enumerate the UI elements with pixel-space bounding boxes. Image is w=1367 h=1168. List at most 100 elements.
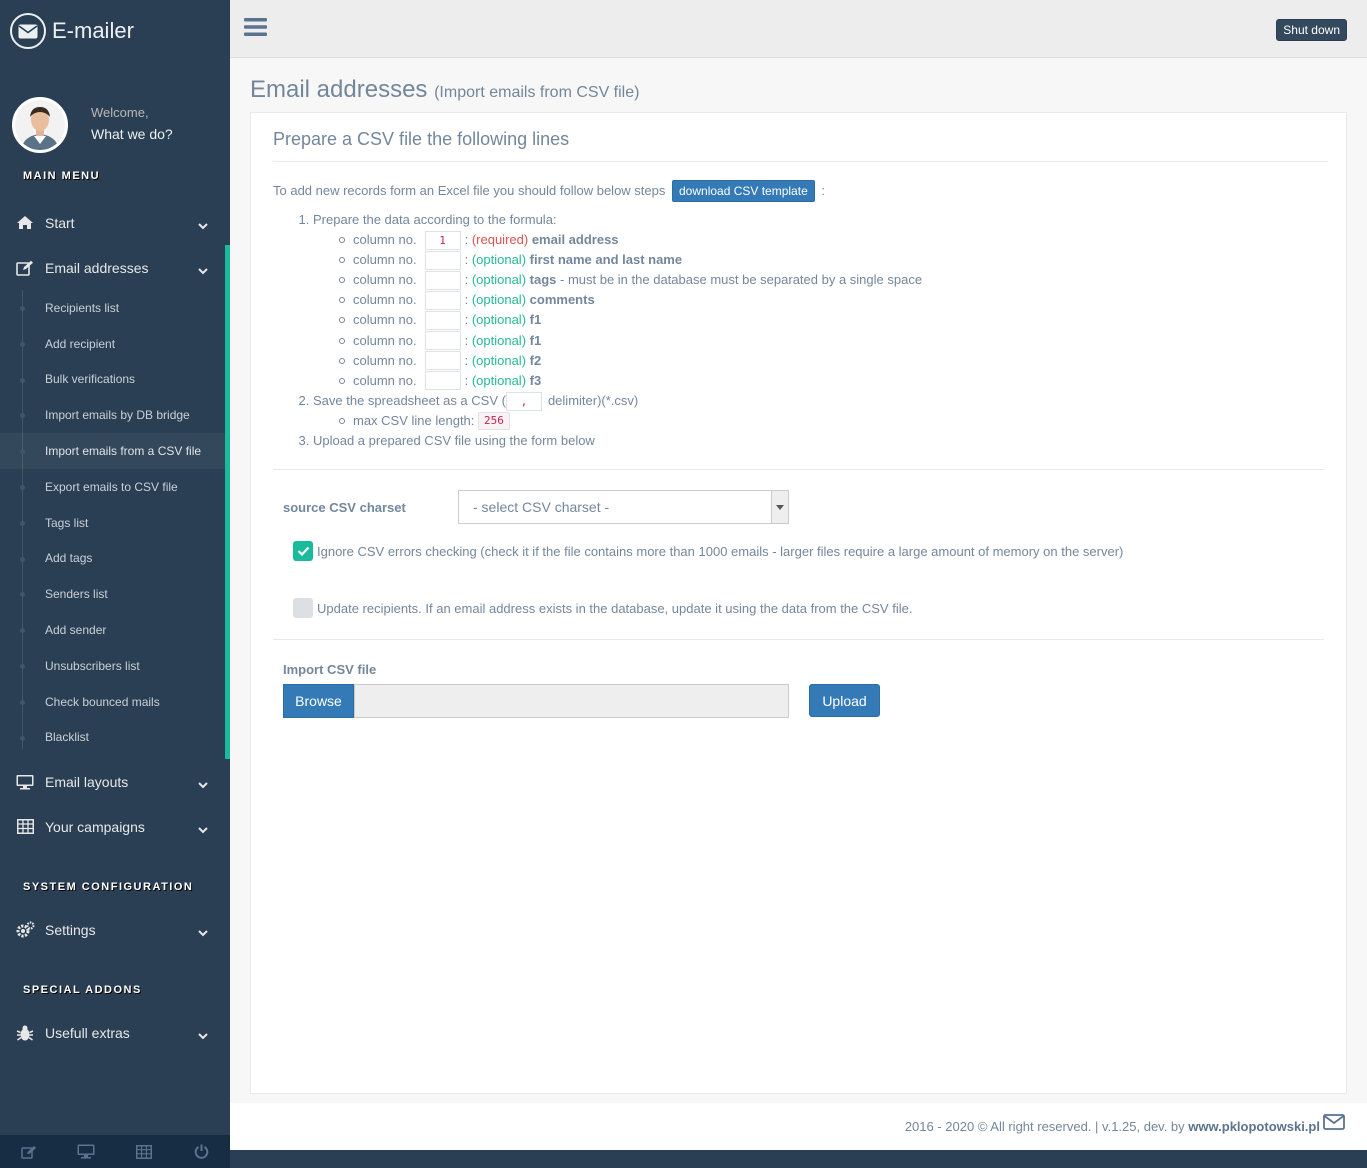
footer-text: 2016 - 2020 © All right reserved. | v.1.… xyxy=(905,1119,1320,1134)
footer-link[interactable]: www.pklopotowski.pl xyxy=(1188,1119,1320,1134)
charset-select-value: - select CSV charset - xyxy=(473,499,610,515)
column-prefix: column no. xyxy=(353,232,417,248)
column-number-input[interactable] xyxy=(424,290,461,310)
chevron-down-icon xyxy=(198,1027,208,1043)
table-icon[interactable] xyxy=(115,1135,173,1168)
avatar[interactable] xyxy=(12,96,68,153)
colon: : xyxy=(464,352,472,368)
submenu-blacklist[interactable]: Blacklist xyxy=(0,720,225,756)
menu-start[interactable]: Start xyxy=(0,200,230,245)
browse-button[interactable]: Browse xyxy=(283,684,354,718)
step-2-text-a: Save the spreadsheet as a CSV ( xyxy=(313,392,506,408)
menu-extras-label: Usefull extras xyxy=(45,1024,130,1041)
chevron-down-icon xyxy=(198,924,208,940)
section-system-config: SYSTEM CONFIGURATION xyxy=(23,881,194,894)
shutdown-button[interactable]: Shut down xyxy=(1276,19,1347,41)
columns-list: column no. 1 : (required) email address … xyxy=(337,230,922,391)
import-panel: Prepare a CSV file the following lines T… xyxy=(250,112,1347,1094)
intro-text: To add new records form an Excel file yo… xyxy=(273,180,825,202)
column-row: column no. : (optional) tags - must be i… xyxy=(337,270,922,290)
divider xyxy=(273,639,1324,640)
colon: : xyxy=(464,272,472,288)
desktop-icon[interactable] xyxy=(58,1135,116,1168)
colon: : xyxy=(464,232,472,248)
column-prefix: column no. xyxy=(353,272,417,288)
column-kind: (optional) xyxy=(471,352,527,368)
power-icon[interactable] xyxy=(173,1135,231,1168)
colon: : xyxy=(464,312,472,328)
submenu-add-recipient[interactable]: Add recipient xyxy=(0,326,225,362)
envelope-icon xyxy=(1323,1114,1345,1133)
delimiter-input[interactable]: , xyxy=(505,391,542,411)
max-line-row: max CSV line length: 256 xyxy=(337,411,922,431)
brand[interactable]: E-mailer xyxy=(0,0,230,62)
column-number-input[interactable] xyxy=(424,250,461,270)
submenu-senders-list[interactable]: Senders list xyxy=(0,576,225,612)
column-row: column no. : (optional) f1 xyxy=(337,310,922,331)
upload-button[interactable]: Upload xyxy=(809,684,880,717)
download-template-button[interactable]: download CSV template xyxy=(672,180,815,202)
intro-label: To add new records form an Excel file yo… xyxy=(273,183,666,198)
welcome-text: Welcome, xyxy=(91,105,149,120)
update-recipients-label: Update recipients. If an email address e… xyxy=(317,600,913,616)
page-subtitle: (Import emails from CSV file) xyxy=(434,84,640,101)
envelope-icon xyxy=(10,13,46,49)
submenu-recipients-list[interactable]: Recipients list xyxy=(0,290,225,326)
submenu-import-csv[interactable]: Import emails from a CSV file xyxy=(0,433,225,469)
submenu-tags-list[interactable]: Tags list xyxy=(0,505,225,541)
column-prefix: column no. xyxy=(353,252,417,268)
column-row: column no. : (optional) f3 xyxy=(337,371,922,391)
column-number-input[interactable] xyxy=(424,311,461,331)
menu-settings[interactable]: Settings xyxy=(0,907,230,952)
edit-icon xyxy=(15,259,35,277)
import-file-label: Import CSV file xyxy=(283,662,377,677)
column-kind: (optional) xyxy=(471,292,527,308)
column-number-input[interactable] xyxy=(424,351,461,371)
column-extra: - must be in the database must be separa… xyxy=(556,272,923,288)
column-number-input[interactable]: 1 xyxy=(424,230,461,250)
column-prefix: column no. xyxy=(353,372,417,388)
menu-settings-label: Settings xyxy=(45,921,96,938)
desktop-icon xyxy=(15,773,35,791)
ignore-errors-checkbox[interactable] xyxy=(293,541,313,561)
menu-extras[interactable]: Usefull extras xyxy=(0,1010,230,1055)
step-1-text: Prepare the data according to the formul… xyxy=(313,212,557,227)
column-field: f1 xyxy=(529,332,542,348)
column-number-input[interactable] xyxy=(424,270,461,290)
menu-email-layouts[interactable]: Email layouts xyxy=(0,759,230,804)
edit-icon[interactable] xyxy=(0,1135,58,1168)
page-title-text: Email addresses xyxy=(250,76,428,103)
submenu-import-db-bridge[interactable]: Import emails by DB bridge xyxy=(0,397,225,433)
column-number-input[interactable] xyxy=(424,331,461,351)
file-path-field[interactable] xyxy=(354,684,789,718)
column-prefix: column no. xyxy=(353,352,417,368)
colon: : xyxy=(464,332,472,348)
submenu-export-csv[interactable]: Export emails to CSV file xyxy=(0,469,225,505)
submenu-unsubscribers-list[interactable]: Unsubscribers list xyxy=(0,648,225,684)
menu-email-addresses-label: Email addresses xyxy=(45,259,149,276)
submenu-add-sender[interactable]: Add sender xyxy=(0,612,225,648)
ignore-errors-row: Ignore CSV errors checking (check it if … xyxy=(293,541,1123,561)
divider xyxy=(273,469,1324,470)
column-number-input[interactable] xyxy=(424,371,461,391)
submenu-bulk-verifications[interactable]: Bulk verifications xyxy=(0,362,225,398)
update-recipients-checkbox[interactable] xyxy=(293,598,313,618)
sidebar-footer xyxy=(0,1135,230,1168)
column-field: comments xyxy=(529,292,595,308)
column-kind: (optional) xyxy=(471,252,527,268)
panel-title: Prepare a CSV file the following lines xyxy=(273,129,570,149)
profile: Welcome, What we do? xyxy=(0,62,230,172)
charset-select[interactable]: - select CSV charset - xyxy=(458,490,789,524)
submenu-check-bounced[interactable]: Check bounced mails xyxy=(0,684,225,720)
menu-email-addresses[interactable]: Email addresses xyxy=(0,245,230,290)
chevron-down-icon xyxy=(198,776,208,792)
column-row: column no. : (optional) f1 xyxy=(337,331,922,351)
chevron-down-icon xyxy=(198,262,208,278)
menu-toggle-icon[interactable] xyxy=(244,17,267,40)
menu-campaigns[interactable]: Your campaigns xyxy=(0,804,230,849)
home-icon xyxy=(15,214,35,232)
column-field: tags xyxy=(529,272,557,288)
step-2: Save the spreadsheet as a CSV (, delimite… xyxy=(313,391,922,431)
column-row: column no. : (optional) comments xyxy=(337,290,922,310)
submenu-add-tags[interactable]: Add tags xyxy=(0,541,225,577)
